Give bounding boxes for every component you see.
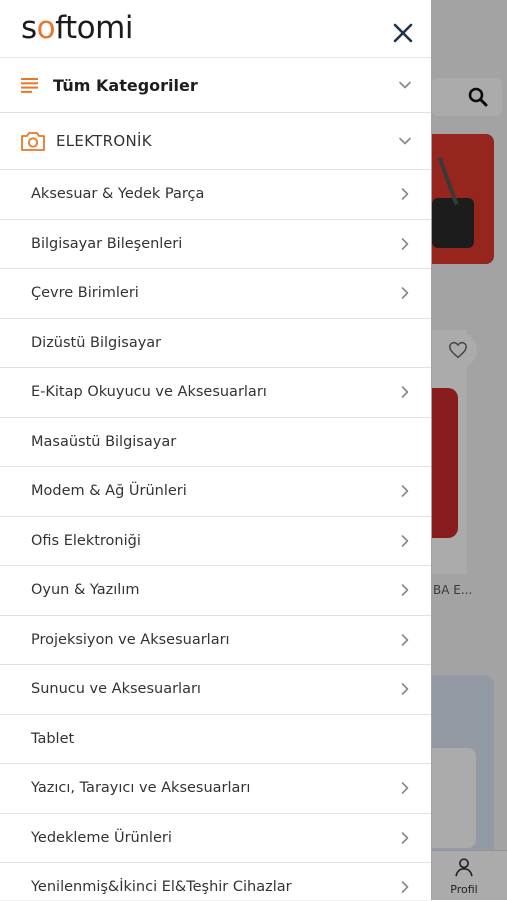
subcategory-label: Yenilenmiş&İkinci El&Teşhir Cihazlar — [31, 879, 292, 896]
subcategory-label: Modem & Ağ Ürünleri — [31, 483, 187, 500]
subcategory-list: Aksesuar & Yedek Parça Bilgisayar Bileşen… — [0, 170, 431, 900]
subcategory-label: Tablet — [31, 730, 75, 747]
subcategory-item[interactable]: Masaüstü Bilgisayar — [0, 418, 431, 467]
subcategory-label: Masaüstü Bilgisayar — [31, 433, 177, 450]
subcategory-label: Projeksiyon ve Aksesuarları — [31, 631, 230, 648]
all-categories-label: Tüm Kategoriler — [53, 75, 198, 95]
subcategory-item[interactable]: E-Kitap Okuyucu ve Aksesuarları — [0, 368, 431, 418]
subcategory-label: Yazıcı, Tarayıcı ve Aksesuarları — [31, 780, 251, 797]
subcategory-item[interactable]: Bilgisayar Bileşenleri — [0, 220, 431, 269]
subcategory-item[interactable]: Aksesuar & Yedek Parça — [0, 170, 431, 220]
subcategory-item[interactable]: Modem & Ağ Ürünleri — [0, 467, 431, 517]
chevron-right-icon — [401, 683, 409, 696]
subcategory-label: Oyun & Yazılım — [31, 582, 140, 599]
subcategory-item[interactable]: Tablet — [0, 715, 431, 764]
logo[interactable]: softomi — [21, 13, 133, 44]
section-elektronik[interactable]: ELEKTRONİK — [0, 113, 431, 170]
subcategory-label: Ofis Elektroniği — [31, 532, 141, 549]
subcategory-item[interactable]: Yedekleme Ürünleri — [0, 814, 431, 863]
drawer-header: softomi — [0, 0, 431, 58]
chevron-right-icon — [401, 633, 409, 646]
subcategory-item[interactable]: Yazıcı, Tarayıcı ve Aksesuarları — [0, 764, 431, 814]
list-icon — [21, 78, 38, 93]
chevron-right-icon — [401, 831, 409, 844]
chevron-right-icon — [401, 534, 409, 547]
close-icon[interactable] — [390, 20, 416, 46]
chevron-right-icon — [401, 782, 409, 795]
subcategory-label: Çevre Birimleri — [31, 285, 139, 302]
subcategory-label: E-Kitap Okuyucu ve Aksesuarları — [31, 384, 267, 401]
subcategory-item[interactable]: Sunucu ve Aksesuarları — [0, 665, 431, 715]
subcategory-item[interactable]: Oyun & Yazılım — [0, 566, 431, 616]
subcategory-item[interactable]: Çevre Birimleri — [0, 269, 431, 319]
category-drawer: softomi Tüm Kategoriler ELEKTRONİK Akses… — [0, 0, 431, 900]
subcategory-label: Sunucu ve Aksesuarları — [31, 681, 201, 698]
chevron-down-icon[interactable] — [398, 134, 412, 148]
chevron-right-icon — [401, 584, 409, 597]
chevron-right-icon — [401, 287, 409, 300]
camera-icon — [21, 132, 45, 151]
subcategory-item[interactable]: Dizüstü Bilgisayar — [0, 319, 431, 368]
chevron-right-icon — [401, 881, 409, 894]
subcategory-item[interactable]: Projeksiyon ve Aksesuarları — [0, 616, 431, 665]
subcategory-item[interactable]: Ofis Elektroniği — [0, 517, 431, 566]
chevron-right-icon — [401, 237, 409, 250]
subcategory-label: Bilgisayar Bileşenleri — [31, 235, 183, 252]
chevron-right-icon — [401, 386, 409, 399]
subcategory-label: Aksesuar & Yedek Parça — [31, 186, 205, 203]
chevron-right-icon — [401, 485, 409, 498]
section-elektronik-label: ELEKTRONİK — [56, 132, 152, 150]
subcategory-label: Dizüstü Bilgisayar — [31, 334, 162, 351]
chevron-right-icon — [401, 188, 409, 201]
subcategory-label: Yedekleme Ürünleri — [31, 829, 172, 846]
drawer-overlay[interactable] — [431, 0, 507, 900]
chevron-down-icon[interactable] — [398, 78, 412, 92]
subcategory-item[interactable]: Yenilenmiş&İkinci El&Teşhir Cihazlar — [0, 863, 431, 900]
all-categories-row[interactable]: Tüm Kategoriler — [0, 58, 431, 113]
